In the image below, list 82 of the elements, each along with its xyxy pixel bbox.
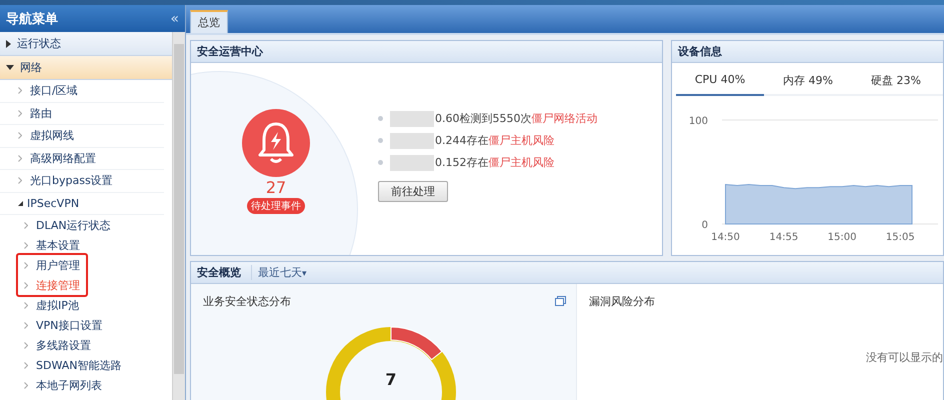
event-count: 27 xyxy=(266,180,286,196)
y-tick-label: 0 xyxy=(702,220,708,231)
bullet-dot xyxy=(378,160,383,165)
panel-title: 安全运营中心 xyxy=(197,44,263,59)
chevron-icon xyxy=(24,222,28,228)
chevron-icon xyxy=(24,342,28,348)
menu-label: VPN接口设置 xyxy=(36,318,102,332)
event-risk[interactable]: 僵尸主机风险 xyxy=(488,133,554,148)
menu-item[interactable]: 高级网络配置 xyxy=(0,148,164,170)
menu-item[interactable]: DLAN运行状态 xyxy=(16,215,164,235)
chevron-icon xyxy=(24,302,28,308)
chevron-icon xyxy=(18,132,22,140)
chevron-icon xyxy=(24,322,28,328)
event-risk[interactable]: 僵尸网络活动 xyxy=(532,111,598,126)
metric-tab[interactable]: 内存 49% xyxy=(764,73,852,96)
risk-count: 7 xyxy=(384,370,398,389)
x-tick-label: 14:55 xyxy=(769,232,798,243)
event-risk[interactable]: 僵尸主机风险 xyxy=(488,155,554,170)
chevron-icon xyxy=(24,262,28,268)
pending-events-label: 待处理事件 xyxy=(247,198,305,214)
menu-item[interactable]: VPN接口设置 xyxy=(16,315,164,335)
menu-label: 虚拟IP池 xyxy=(36,298,79,312)
empty-message: 没有可以显示的 xyxy=(866,350,943,365)
menu-label: 连接管理 xyxy=(36,278,80,292)
window-icon[interactable] xyxy=(555,296,566,306)
menu-label: 路由 xyxy=(30,106,52,121)
menu-label: SDWAN智能选路 xyxy=(36,358,122,372)
panel-title: 安全概览 xyxy=(197,265,241,280)
y-tick-label: 100 xyxy=(688,116,708,127)
event-text: 0.60检测到5550次 xyxy=(435,111,532,126)
metric-tab[interactable]: CPU 40% xyxy=(676,73,764,96)
pane-title: 漏洞风险分布 xyxy=(589,294,655,308)
handle-button[interactable]: 前往处理 xyxy=(378,180,448,202)
bullet-dot xyxy=(378,138,383,143)
menu-item[interactable]: 接口/区域 xyxy=(0,80,164,102)
menu-item[interactable]: 基本设置 xyxy=(16,235,164,255)
range-dropdown[interactable]: 最近七天▾ xyxy=(251,265,307,280)
menu-label: IPSecVPN xyxy=(27,196,80,210)
scrollbar[interactable] xyxy=(172,32,185,400)
menu-item[interactable]: 虚拟网线 xyxy=(0,125,164,148)
menu-label: 基本设置 xyxy=(36,238,80,252)
menu-group[interactable]: 网络 xyxy=(0,56,172,80)
chevron-icon xyxy=(24,282,28,288)
metric-tab[interactable]: 硬盘 23% xyxy=(852,73,940,96)
chevron-icon xyxy=(24,242,28,248)
collapse-button[interactable]: « xyxy=(170,10,179,26)
event-text: 0.244存在 xyxy=(435,133,488,148)
menu-item[interactable]: SDWAN智能选路 xyxy=(16,355,164,375)
menu-item[interactable]: 光口bypass设置 xyxy=(0,170,164,192)
menu-item[interactable]: 多线路设置 xyxy=(16,335,164,355)
chevron-icon xyxy=(18,110,22,117)
menu-item[interactable]: IPSecVPN xyxy=(0,192,164,215)
menu-item[interactable]: 连接管理 xyxy=(18,275,86,295)
menu-item[interactable]: 路由 xyxy=(0,102,164,125)
event-text: 0.152存在 xyxy=(435,155,488,170)
chevron-icon xyxy=(24,382,28,388)
x-tick-label: 15:05 xyxy=(886,232,915,243)
x-tick-label: 14:50 xyxy=(711,232,740,243)
chevron-icon xyxy=(18,154,22,162)
x-tick-label: 15:00 xyxy=(828,232,856,243)
panel-title: 设备信息 xyxy=(678,44,722,59)
menu-item[interactable]: 用户管理 xyxy=(18,255,86,275)
sidebar-title: 导航菜单 xyxy=(6,10,58,28)
menu-item[interactable]: 本地子网列表 xyxy=(16,375,164,395)
chevron-icon xyxy=(18,177,22,184)
bell-icon xyxy=(256,120,296,164)
menu-label: DLAN运行状态 xyxy=(36,218,111,232)
menu-label: 用户管理 xyxy=(36,258,80,272)
menu-label: 本地子网列表 xyxy=(36,378,102,392)
menu-label: 虚拟网线 xyxy=(30,128,74,144)
tab[interactable]: 总览 xyxy=(190,10,228,33)
menu-label: 多线路设置 xyxy=(36,338,91,352)
pane-title: 业务安全状态分布 xyxy=(203,294,291,308)
menu-group[interactable]: 运行状态 xyxy=(0,32,172,56)
chevron-icon xyxy=(18,87,22,94)
expanded-icon xyxy=(18,200,23,206)
chevron-icon xyxy=(24,362,28,368)
menu-label: 高级网络配置 xyxy=(30,150,96,166)
menu-item[interactable]: 虚拟IP池 xyxy=(16,295,164,315)
menu-label: 接口/区域 xyxy=(30,83,78,98)
menu-label: 光口bypass设置 xyxy=(30,173,113,188)
bullet-dot xyxy=(378,116,383,121)
